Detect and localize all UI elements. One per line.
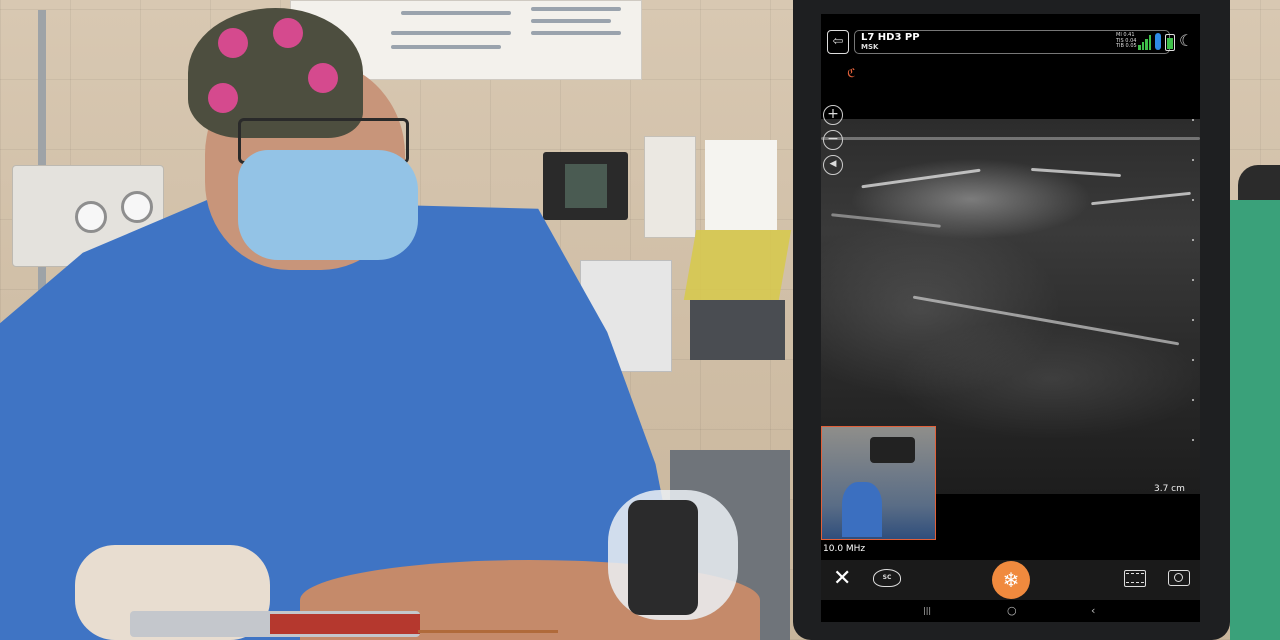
battery-icon [1165,34,1175,51]
brand-logo-icon: ℭ [847,66,856,80]
probe-sc-button[interactable]: SC [873,569,901,587]
yellow-bag [683,230,792,300]
probe-info-box[interactable]: L7 HD3 PP MSK MI 0.41 TIS 0.04 TIB 0.05 [854,30,1175,54]
back-arrow-icon[interactable]: ⇦ [827,30,849,54]
nav-back-button[interactable]: ‹ [1091,604,1095,617]
home-button[interactable]: ○ [1007,604,1017,617]
ultrasound-app-screen: ⇦ L7 HD3 PP MSK MI 0.41 TIS 0.04 TIB 0.0… [821,14,1200,622]
close-button[interactable]: ✕ [833,566,851,591]
probe-preset: MSK [861,43,879,51]
android-nav-bar: ||| ○ ‹ [821,604,1200,622]
freeze-button[interactable]: ❄ [992,561,1030,599]
signal-bars-icon [1138,34,1152,50]
bottom-toolbar: ✕ SC ❄ [821,560,1200,600]
probe-name: L7 HD3 PP [861,32,920,43]
ultrasound-probe [628,500,698,615]
assistant-gown [1230,200,1280,640]
wall-outlet [644,136,696,238]
camera-icon[interactable] [1168,570,1190,586]
depth-scale [1189,119,1197,479]
needle [418,630,558,633]
tib-index: TIB 0.05 [1116,43,1137,50]
wall-shelf [690,300,785,360]
acoustic-indices: MI 0.41 TIS 0.04 TIB 0.05 [1116,32,1137,50]
depth-label: 3.7 cm [1154,484,1185,494]
moon-icon[interactable]: ☾ [1179,33,1193,49]
frequency-label: 10.0 MHz [823,544,866,554]
thermometer-icon [1155,33,1161,50]
wall-paper [705,140,777,230]
wall-device [543,152,628,220]
recents-button[interactable]: ||| [923,606,931,615]
speaker-icon[interactable]: ◀ [823,155,843,175]
zoom-out-button[interactable]: − [823,130,843,150]
syringe [130,611,420,637]
zoom-in-button[interactable]: + [823,105,843,125]
camera-pip-view[interactable] [821,426,936,540]
film-clip-icon[interactable] [1124,570,1146,587]
app-top-bar: ⇦ L7 HD3 PP MSK MI 0.41 TIS 0.04 TIB 0.0… [821,30,1200,70]
face-mask [238,150,418,260]
